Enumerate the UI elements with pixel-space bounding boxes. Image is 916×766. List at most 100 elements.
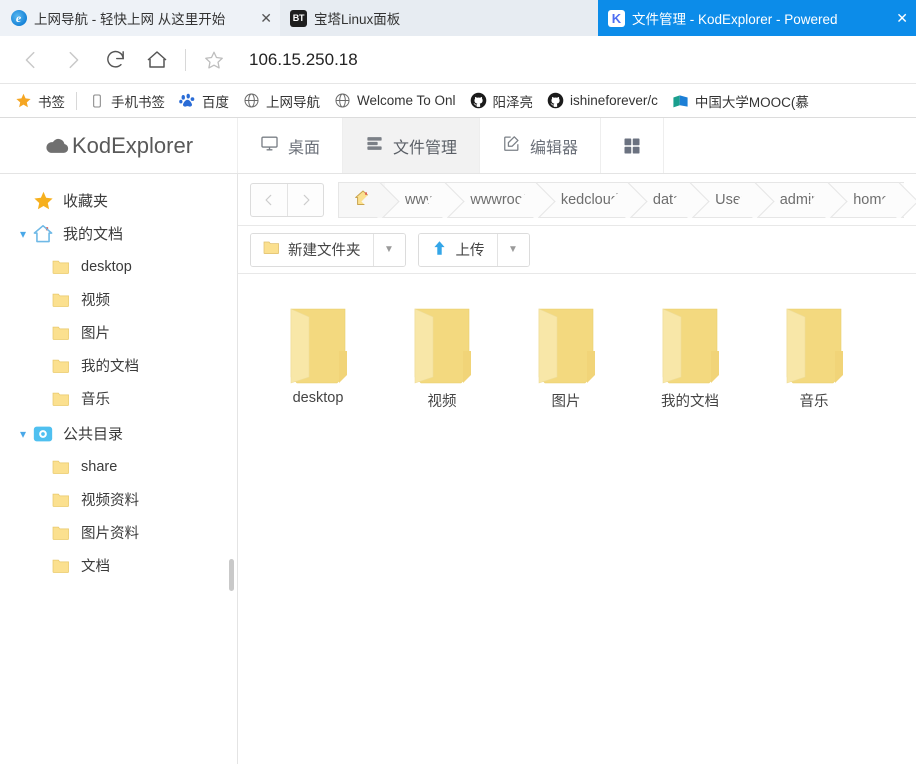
bookmarks-bar: 书签 手机书签 百度 上网导航 Welcome To Onl 阳泽亮 ishin…	[0, 84, 916, 118]
file-item[interactable]: 我的文档	[628, 298, 752, 426]
browser-window: e 上网导航 - 轻快上网 从这里开始 ✕ BT 宝塔Linux面板 K 文件管…	[0, 0, 916, 766]
mobile-icon	[88, 92, 105, 109]
browser-navbar: 106.15.250.18	[0, 36, 916, 84]
app-header: KodExplorer 桌面 文件管理 编辑器	[0, 118, 916, 174]
tab-label: 文件管理	[393, 139, 458, 157]
navbar-divider	[185, 48, 186, 71]
bookmark-item-6[interactable]: ishineforever/c	[540, 88, 665, 114]
browser-tab-1[interactable]: e 上网导航 - 轻快上网 从这里开始 ✕	[0, 0, 280, 36]
browser-tab-2[interactable]: BT 宝塔Linux面板	[280, 0, 598, 36]
file-name: 视频	[427, 394, 457, 410]
sidebar-subitem-share[interactable]: share	[0, 450, 237, 483]
path-bar: www wwwroot kedcloud data User admin hom…	[238, 174, 916, 226]
sidebar-item-my-documents[interactable]: ▾ 我的文档	[0, 217, 237, 250]
bookmark-item-7[interactable]: 中国大学MOOC(慕	[665, 88, 816, 114]
folder-icon	[52, 459, 70, 475]
baidu-icon	[179, 92, 196, 109]
bookmark-item-3[interactable]: 上网导航	[236, 88, 327, 114]
folder-icon	[52, 391, 70, 407]
bookmark-label: 阳泽亮	[492, 94, 534, 110]
browser-tab-3-active[interactable]: K 文件管理 - KodExplorer - Powered ✕	[598, 0, 916, 36]
breadcrumb-home[interactable]	[338, 181, 385, 218]
tab-file-manager[interactable]: 文件管理	[343, 118, 481, 173]
sidebar-subitem-docs[interactable]: 文档	[0, 549, 237, 582]
upload-caret-icon[interactable]: ▼	[496, 233, 529, 266]
upload-label: 上传	[455, 243, 485, 259]
app-brand[interactable]: KodExplorer	[0, 118, 238, 173]
sidebar-subitem-desktop[interactable]: desktop	[0, 250, 237, 283]
folder-icon	[52, 292, 70, 308]
folder-icon	[52, 358, 70, 374]
reload-icon[interactable]	[94, 40, 136, 80]
sidebar-item-public-dir[interactable]: ▾ 公共目录	[0, 417, 237, 450]
app-body: 收藏夹 ▾ 我的文档 desktop 视频 图片 我的文档 音乐 ▾ 公共目录 …	[0, 174, 916, 764]
home-icon[interactable]	[136, 40, 178, 80]
sidebar-subitem-pictures[interactable]: 图片	[0, 316, 237, 349]
sidebar-item-favorites[interactable]: 收藏夹	[0, 184, 237, 217]
breadcrumb-item[interactable]: kedcloud	[540, 181, 633, 218]
bookmark-item-1[interactable]: 手机书签	[81, 88, 172, 114]
kodexplorer-k-icon: K	[608, 9, 625, 27]
file-grid: desktop 视频 图片 我的文档 音乐	[238, 274, 916, 764]
upload-button[interactable]: 上传	[418, 233, 497, 266]
tab-close-icon[interactable]: ✕	[896, 11, 908, 25]
browser-tab-title: 文件管理 - KodExplorer - Powered	[632, 12, 838, 27]
new-folder-caret-icon[interactable]: ▼	[372, 233, 405, 266]
folder-icon	[52, 525, 70, 541]
sidebar-item-label: 视频	[81, 293, 110, 309]
tab-desktop[interactable]: 桌面	[238, 118, 344, 173]
bookmark-item-0[interactable]: 书签	[8, 88, 72, 114]
breadcrumb-item[interactable]: wwwroot	[450, 181, 541, 218]
bookmark-label: Welcome To Onl	[357, 93, 456, 108]
tab-label: 编辑器	[530, 139, 579, 157]
public-dir-icon	[32, 423, 54, 445]
file-name: 音乐	[799, 394, 829, 410]
chevron-down-icon[interactable]: ▾	[14, 427, 32, 441]
sidebar-item-label: 我的文档	[81, 359, 139, 375]
bookmark-item-5[interactable]: 阳泽亮	[463, 88, 541, 114]
tab-close-icon[interactable]: ✕	[260, 11, 272, 25]
file-item[interactable]: 图片	[504, 298, 628, 426]
sidebar-scrollbar[interactable]	[229, 559, 234, 591]
app-tabs: 桌面 文件管理 编辑器	[238, 118, 665, 173]
path-forward-button[interactable]	[287, 183, 323, 216]
sidebar-item-label: desktop	[81, 258, 132, 275]
app-brand-label: KodExplorer	[71, 132, 194, 158]
folder-icon	[52, 325, 70, 341]
globe-icon	[243, 92, 260, 109]
sidebar-item-label: 视频资料	[81, 493, 139, 509]
star-icon[interactable]	[193, 40, 235, 80]
file-name: 我的文档	[661, 394, 719, 410]
sidebar-subitem-image-material[interactable]: 图片资料	[0, 516, 237, 549]
chevron-down-icon[interactable]: ▾	[14, 227, 32, 241]
editor-icon	[502, 134, 521, 158]
file-item[interactable]: 音乐	[752, 298, 876, 426]
sidebar-subitem-video-material[interactable]: 视频资料	[0, 483, 237, 516]
tab-editor[interactable]: 编辑器	[480, 118, 602, 173]
sidebar-subitem-documents[interactable]: 我的文档	[0, 349, 237, 382]
back-icon[interactable]	[10, 40, 52, 80]
path-back-button[interactable]	[251, 184, 287, 216]
grid-apps-icon[interactable]	[601, 118, 665, 173]
kodexplorer-app: KodExplorer 桌面 文件管理 编辑器 收藏夹 ▾ 我的文档 deskt…	[0, 118, 916, 764]
file-item[interactable]: desktop	[256, 298, 380, 426]
sidebar-item-label: 文档	[81, 559, 110, 575]
bookmarks-divider	[76, 91, 77, 110]
star-icon	[32, 190, 54, 211]
file-item[interactable]: 视频	[380, 298, 504, 426]
sidebar-subitem-videos[interactable]: 视频	[0, 283, 237, 316]
bookmark-item-4[interactable]: Welcome To Onl	[327, 88, 463, 114]
browser-tabstrip: e 上网导航 - 轻快上网 从这里开始 ✕ BT 宝塔Linux面板 K 文件管…	[0, 0, 916, 36]
address-bar-url[interactable]: 106.15.250.18	[249, 50, 358, 70]
sidebar-subitem-music[interactable]: 音乐	[0, 382, 237, 415]
breadcrumb: www wwwroot kedcloud data User admin hom…	[338, 181, 916, 218]
file-name: 图片	[551, 394, 581, 410]
new-folder-button[interactable]: 新建文件夹	[251, 233, 373, 266]
forward-icon[interactable]	[52, 40, 94, 80]
main-panel: www wwwroot kedcloud data User admin hom…	[238, 174, 916, 764]
bookmark-label: 上网导航	[266, 94, 320, 110]
sidebar-item-label: 音乐	[81, 392, 110, 408]
sidebar-item-label: 公共目录	[63, 426, 124, 443]
bookmark-label: 书签	[38, 94, 65, 110]
bookmark-item-2[interactable]: 百度	[172, 88, 236, 114]
